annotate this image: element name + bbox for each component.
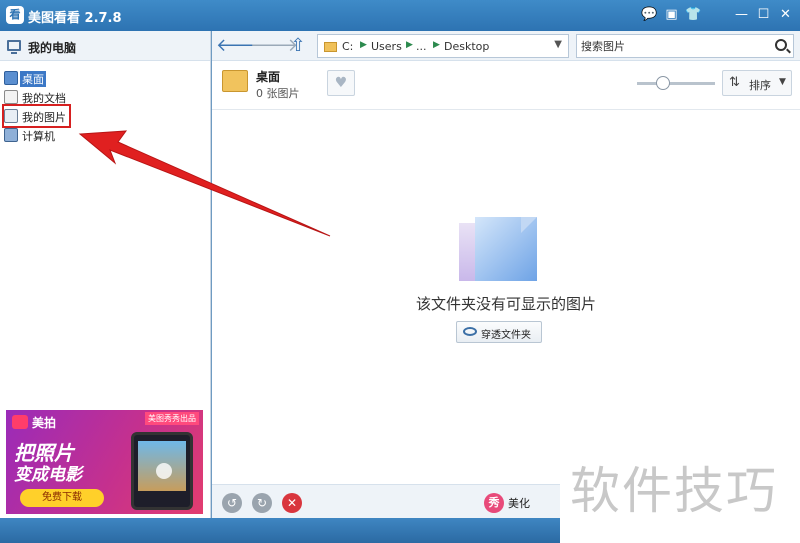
watermark-text: 软件技巧 [570, 462, 778, 520]
eye-icon [463, 327, 477, 336]
skin-icon[interactable]: 👕 [684, 6, 703, 24]
page-fold [521, 217, 537, 233]
breadcrumb-separator-icon: ▶ [360, 40, 367, 50]
app-logo-icon: 看 [6, 6, 24, 24]
ad-brand: 美拍 [32, 416, 57, 430]
breadcrumb-users[interactable]: Users [371, 40, 402, 53]
minimize-button[interactable]: — [732, 6, 751, 24]
phone-screen [138, 441, 186, 491]
search-icon[interactable] [775, 39, 787, 51]
breadcrumb-ellipsis[interactable]: ... [416, 40, 427, 53]
close-button[interactable]: ✕ [776, 6, 795, 24]
window-title: 美图看看 2.7.8 [28, 11, 122, 26]
sidebar-header[interactable]: 我的电脑 [0, 31, 210, 61]
pierce-folder-button[interactable]: 穿透文件夹 [456, 321, 542, 343]
breadcrumb-drive[interactable]: C: [342, 40, 353, 53]
empty-message: 该文件夹没有可显示的图片 [415, 295, 596, 313]
address-bar[interactable]: C: ▶ Users ▶ ... ▶ Desktop ▼ [317, 34, 569, 58]
back-button[interactable]: 🡐 [216, 35, 264, 57]
sort-button[interactable]: ⇅ 排序 ▼ [722, 70, 792, 96]
phone-illustration [131, 432, 193, 510]
meipai-ad-banner[interactable]: 美拍 美图秀秀出品 把照片 变成电影 免费下载 [6, 410, 203, 514]
thumbnail-size-slider[interactable] [637, 82, 715, 85]
beautify-label[interactable]: 美化 [508, 495, 530, 511]
image-count: 0 张图片 [256, 87, 300, 100]
ad-headline-2: 变成电影 [14, 465, 82, 485]
pierce-folder-label: 穿透文件夹 [481, 330, 531, 341]
address-dropdown-icon[interactable]: ▼ [554, 39, 562, 50]
search-box[interactable] [576, 34, 794, 58]
delete-icon[interactable]: ✕ [282, 493, 302, 513]
slider-thumb[interactable] [656, 76, 670, 90]
navigation-toolbar: 🡐 🡒 ⇧ C: ▶ Users ▶ ... ▶ Desktop ▼ [212, 31, 800, 61]
forward-button[interactable]: 🡒 [250, 35, 298, 57]
meipai-logo-icon [12, 415, 28, 429]
maximize-button[interactable]: ☐ [754, 6, 773, 24]
sort-label: 排序 [749, 79, 771, 92]
computer-icon [4, 128, 18, 142]
sidebar: 我的电脑 桌面 我的文档 我的图片 计算机 美拍 美图秀秀出品 把照片 变成电影… [0, 31, 211, 518]
watermark-panel: 软件技巧 [560, 423, 800, 543]
folder-info-bar: 桌面 0 张图片 ♥ ⇅ 排序 ▼ [212, 62, 800, 110]
breadcrumb-separator-icon: ▶ [406, 40, 413, 50]
sort-icon: ⇅ [729, 75, 740, 90]
empty-folder-illustration [459, 217, 539, 281]
sidebar-item-desktop[interactable]: 桌面 [4, 69, 164, 87]
title-bar: 看 美图看看 2.7.8 💬 ▣ 👕 — ☐ ✕ [0, 0, 800, 31]
sidebar-item-computer[interactable]: 计算机 [4, 126, 164, 144]
folder-name: 桌面 [256, 70, 281, 84]
my-computer-icon [7, 40, 21, 54]
sidebar-item-label: 桌面 [20, 71, 46, 87]
annotation-highlight-box [2, 104, 71, 128]
beautify-icon[interactable]: 秀 [484, 493, 504, 513]
play-icon [156, 463, 172, 479]
search-input[interactable] [581, 37, 761, 55]
folder-icon [324, 42, 337, 52]
menu-icon[interactable]: ▣ [662, 6, 681, 24]
folder-icon [222, 70, 248, 92]
documents-icon [4, 90, 18, 104]
sidebar-header-label: 我的电脑 [28, 41, 77, 55]
favorite-heart-button[interactable]: ♥ [327, 70, 355, 96]
rotate-left-icon[interactable]: ↺ [222, 493, 242, 513]
sidebar-item-label: 计算机 [22, 130, 55, 143]
rotate-right-icon[interactable]: ↻ [252, 493, 272, 513]
breadcrumb-desktop[interactable]: Desktop [444, 40, 489, 53]
feedback-icon[interactable]: 💬 [640, 6, 659, 24]
ad-download-button[interactable]: 免费下载 [20, 489, 104, 507]
image-front-sheet [475, 217, 537, 281]
chevron-down-icon: ▼ [779, 77, 786, 87]
desktop-icon [4, 71, 18, 85]
ad-tag: 美图秀秀出品 [145, 412, 199, 425]
up-folder-button[interactable]: ⇧ [286, 35, 310, 57]
breadcrumb-separator-icon: ▶ [433, 40, 440, 50]
